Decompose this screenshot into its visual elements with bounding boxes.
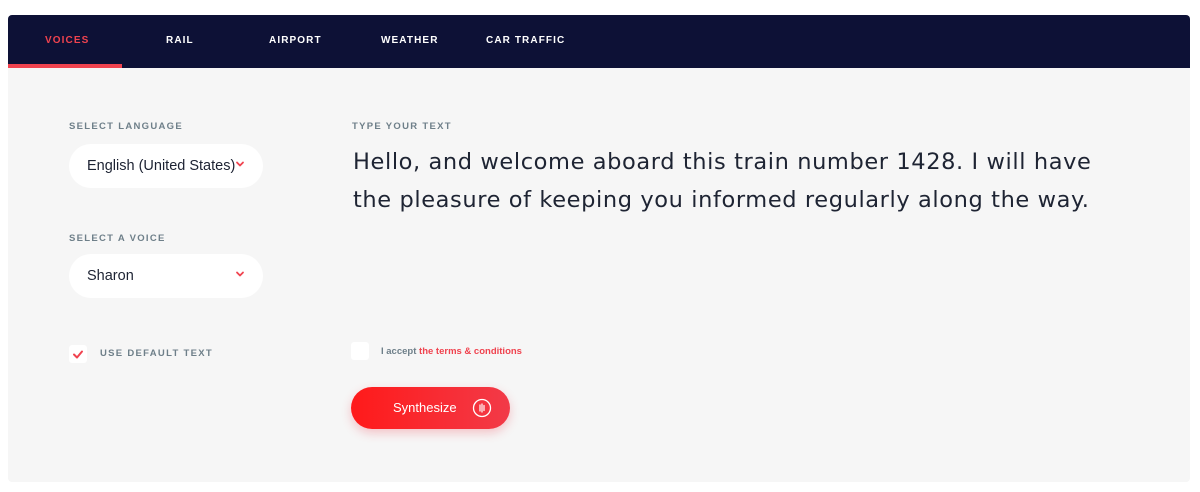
language-label: SELECT LANGUAGE (69, 121, 183, 132)
language-select-value: English (United States) (87, 158, 236, 174)
equalizer-icon (472, 398, 492, 418)
default-text-label: USE DEFAULT TEXT (100, 348, 213, 359)
voice-select-value: Sharon (87, 268, 134, 284)
synthesize-label: Synthesize (393, 400, 457, 415)
terms-link[interactable]: the terms & conditions (419, 346, 522, 357)
terms-checkbox[interactable] (351, 342, 369, 360)
terms-label: I accept the terms & conditions (381, 346, 522, 357)
checkmark-icon (73, 350, 83, 359)
terms-prefix: I accept (381, 346, 420, 357)
tab-weather[interactable]: WEATHER (381, 15, 439, 68)
tab-car-traffic[interactable]: CAR TRAFFIC (486, 15, 565, 68)
default-text-checkbox[interactable] (69, 345, 87, 363)
active-tab-indicator (8, 64, 122, 68)
tab-rail[interactable]: RAIL (166, 15, 194, 68)
tab-airport[interactable]: AIRPORT (269, 15, 322, 68)
text-input[interactable]: Hello, and welcome aboard this train num… (353, 143, 1113, 219)
chevron-down-icon (236, 161, 244, 167)
voice-label: SELECT A VOICE (69, 233, 166, 244)
text-input-label: TYPE YOUR TEXT (352, 121, 452, 132)
app-frame: VOICES RAIL AIRPORT WEATHER CAR TRAFFIC … (8, 15, 1190, 482)
language-select[interactable]: English (United States) (69, 144, 263, 188)
top-navbar: VOICES RAIL AIRPORT WEATHER CAR TRAFFIC (8, 15, 1190, 68)
chevron-down-icon (236, 271, 244, 277)
synthesize-button[interactable]: Synthesize (351, 387, 510, 429)
tab-voices[interactable]: VOICES (45, 15, 89, 68)
voice-select[interactable]: Sharon (69, 254, 263, 298)
